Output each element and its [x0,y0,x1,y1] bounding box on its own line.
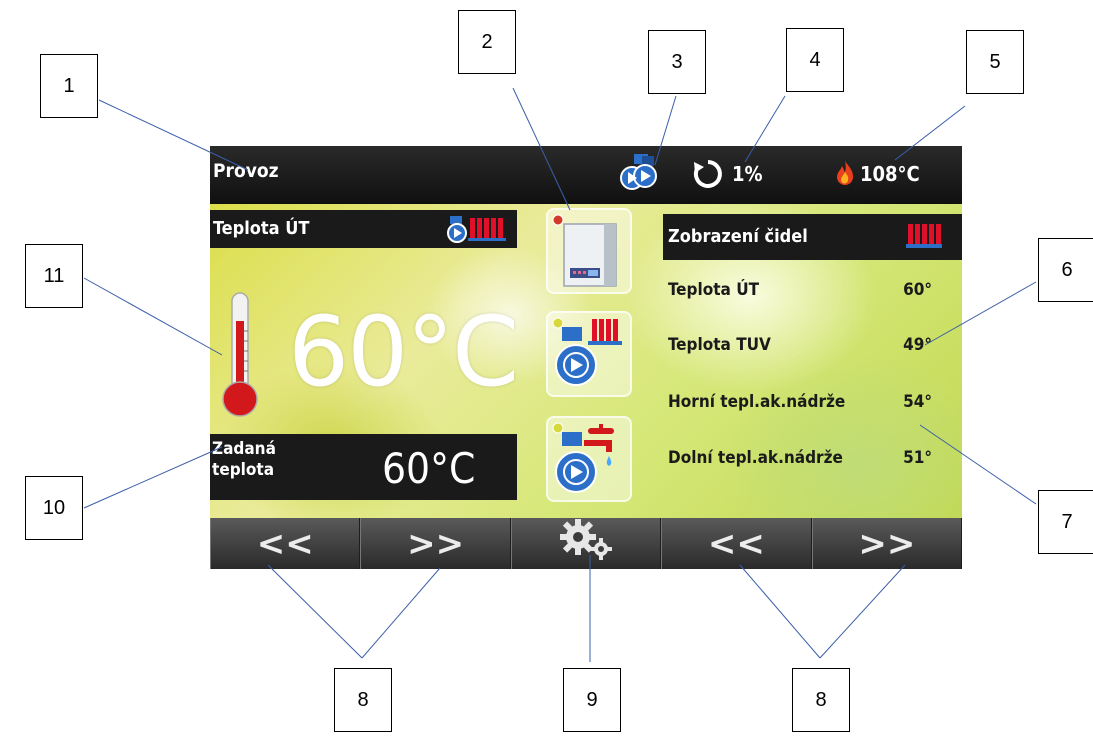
sensor-value: 60° [903,280,932,300]
boiler-icon [548,214,630,296]
sensor-label: Teplota ÚT [668,280,760,300]
sensor-label: Horní tepl.ak.nádrže [668,392,846,412]
right-prev-button[interactable]: << [661,518,812,569]
heating-pump-icon [548,317,630,399]
bottom-navigation: << >> << >> [210,518,962,569]
sensor-value: 49° [903,335,932,355]
co-temperature-header: Teplota ÚT [210,210,517,248]
callout-1: 1 [40,54,98,118]
callout-10: 10 [25,476,83,540]
heating-pump-button[interactable] [546,311,632,397]
sensors-header: Zobrazení čidel [663,214,962,260]
current-temperature: 60°C [288,296,519,408]
callout-11: 11 [25,244,83,308]
mode-title: Provoz [213,160,279,182]
callout-8-left: 8 [334,668,392,732]
sensor-value: 54° [903,392,932,412]
callout-3: 3 [648,30,706,94]
gears-icon [554,517,618,569]
co-temperature-label: Teplota ÚT [213,218,310,239]
set-temperature-label: Zadaná teplota [212,439,302,481]
callout-2: 2 [458,10,516,74]
status-bar: Provoz 1% 108°C [210,146,962,204]
settings-button[interactable] [510,517,662,569]
set-temperature-box[interactable]: Zadaná teplota 60°C [210,434,517,500]
radiator-icon [906,221,942,255]
water-pump-icon [548,422,630,504]
set-label-line2: teplota [212,460,275,480]
heating-pump-radiator-icon [446,214,510,248]
sensor-row: Teplota TUV 49° [668,335,958,355]
callout-5: 5 [966,30,1024,94]
thermometer-icon [220,291,260,425]
power-percent: 1% [732,162,763,186]
callout-4: 4 [786,28,844,92]
sensor-label: Teplota TUV [668,335,771,355]
set-temperature-value: 60°C [382,444,476,493]
left-next-button[interactable]: >> [360,518,511,569]
sensor-row: Teplota ÚT 60° [668,280,958,300]
pump-icon [618,152,662,200]
right-next-button[interactable]: >> [811,518,962,569]
left-prev-button[interactable]: << [210,518,361,569]
sensors-title: Zobrazení čidel [668,226,808,247]
callout-7: 7 [1038,490,1093,554]
fire-icon [835,160,855,190]
sensor-row: Dolní tepl.ak.nádrže 51° [668,448,958,468]
callout-6: 6 [1038,238,1093,302]
callout-9: 9 [563,668,621,732]
controller-screen: Provoz 1% 108°C Teplota ÚT 60°C Zadaná t… [210,146,962,569]
sensor-label: Dolní tepl.ak.nádrže [668,448,843,468]
boiler-temperature: 108°C [860,162,920,186]
set-label-line1: Zadaná [212,439,276,459]
water-pump-button[interactable] [546,416,632,502]
refresh-icon [692,158,724,194]
sensor-row: Horní tepl.ak.nádrže 54° [668,392,958,412]
boiler-button[interactable] [546,208,632,294]
sensor-value: 51° [903,448,932,468]
callout-8-right: 8 [792,668,850,732]
